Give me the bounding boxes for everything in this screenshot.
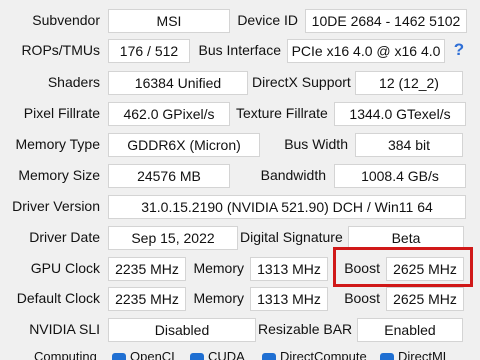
memory-type-field: GDDR6X (Micron) — [108, 133, 260, 157]
gpu-clock-label: GPU Clock — [30, 260, 100, 276]
gpu-clock-field: 2235 MHz — [108, 257, 186, 281]
driver-date-field: Sep 15, 2022 — [108, 226, 238, 250]
device-id-field: 10DE 2684 - 1462 5102 — [305, 9, 467, 33]
directcompute-checkbox[interactable]: DirectCompute — [262, 349, 372, 360]
default-memory-clock-field: 1313 MHz — [250, 287, 328, 311]
gpu-memory-clock-label: Memory — [193, 260, 244, 276]
texture-fillrate-field: 1344.0 GTexel/s — [334, 102, 466, 126]
default-clock-label: Default Clock — [16, 290, 100, 306]
driver-date-label: Driver Date — [29, 229, 100, 245]
boost-highlight-box — [333, 247, 473, 287]
shaders-field: 16384 Unified — [108, 71, 248, 95]
bandwidth-field: 1008.4 GB/s — [334, 164, 466, 188]
texture-fillrate-label: Texture Fillrate — [236, 105, 328, 121]
cuda-checkbox[interactable]: CUDA — [190, 349, 254, 360]
bus-interface-label: Bus Interface — [198, 42, 282, 58]
memory-size-label: Memory Size — [18, 167, 100, 183]
memory-size-field: 24576 MB — [108, 164, 230, 188]
gpu-memory-clock-field: 1313 MHz — [250, 257, 328, 281]
resizable-bar-field: Enabled — [357, 318, 463, 342]
pixel-fillrate-label: Pixel Fillrate — [23, 105, 100, 121]
default-boost-label: Boost — [344, 290, 380, 306]
pixel-fillrate-field: 462.0 GPixel/s — [108, 102, 230, 126]
bus-width-field: 384 bit — [355, 133, 463, 157]
shaders-label: Shaders — [47, 74, 100, 90]
directx-support-field: 12 (12_2) — [355, 71, 463, 95]
computing-row: Computing OpenCL CUDA DirectCompute Dire… — [0, 346, 480, 360]
nvidia-sli-field: Disabled — [108, 318, 256, 342]
nvidia-sli-label: NVIDIA SLI — [29, 321, 100, 337]
driver-version-label: Driver Version — [12, 198, 100, 214]
default-memory-clock-label: Memory — [193, 290, 244, 306]
opencl-checkbox[interactable]: OpenCL — [112, 349, 182, 360]
bus-width-label: Bus Width — [284, 136, 348, 152]
resizable-bar-label: Resizable BAR — [258, 321, 353, 337]
rops-tmus-field: 176 / 512 — [108, 39, 190, 63]
memory-type-label: Memory Type — [15, 136, 100, 152]
computing-label: Computing — [34, 349, 97, 360]
directx-support-label: DirectX Support — [252, 74, 351, 90]
rops-tmus-label: ROPs/TMUs — [21, 42, 100, 58]
default-clock-field: 2235 MHz — [108, 287, 186, 311]
digital-signature-label: Digital Signature — [240, 229, 343, 245]
subvendor-field: MSI — [108, 9, 230, 33]
default-boost-field: 2625 MHz — [386, 287, 464, 311]
opencl-checkbox-box — [112, 353, 126, 360]
bus-interface-field: PCIe x16 4.0 @ x16 4.0 — [287, 39, 445, 63]
directcompute-checkbox-box — [262, 353, 276, 360]
directml-checkbox[interactable]: DirectML — [380, 349, 476, 360]
directml-checkbox-box — [380, 353, 394, 360]
bandwidth-label: Bandwidth — [260, 167, 326, 183]
driver-version-field: 31.0.15.2190 (NVIDIA 521.90) DCH / Win11… — [108, 195, 466, 219]
cuda-checkbox-box — [190, 353, 204, 360]
subvendor-label: Subvendor — [32, 12, 100, 28]
device-id-label: Device ID — [237, 12, 298, 28]
bus-interface-help-icon[interactable]: ? — [451, 40, 467, 60]
